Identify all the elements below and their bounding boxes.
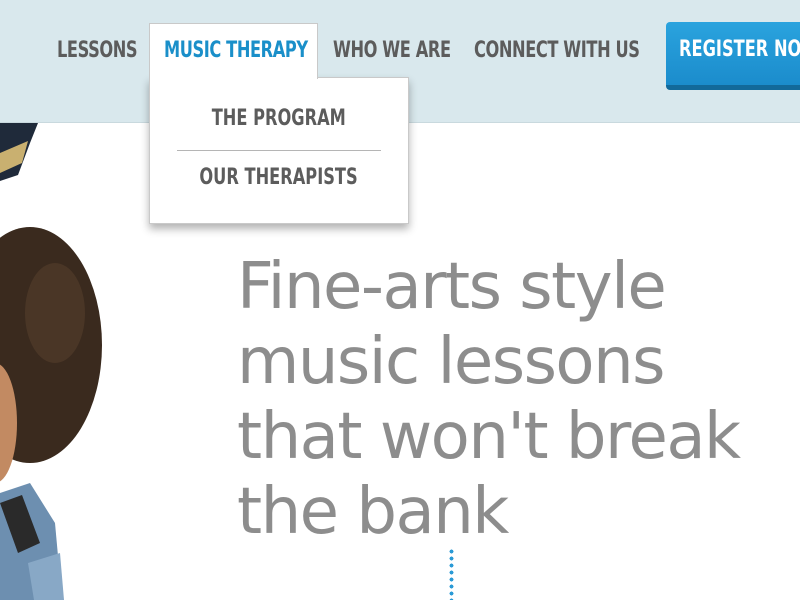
hero-headline: Fine-arts style music lessons that won't…: [237, 250, 797, 550]
hero-child-photo: [0, 123, 102, 600]
headline-line: Fine-arts style: [237, 250, 667, 324]
page: LESSONS MUSIC THERAPY WHO WE ARE CONNECT…: [0, 0, 800, 600]
dropdown-item-the-program[interactable]: THE PROGRAM: [150, 106, 408, 131]
dropdown-item-our-therapists[interactable]: OUR THERAPISTS: [150, 165, 408, 190]
register-now-label: REGISTER NOW: [679, 37, 800, 62]
dropdown-item-label: OUR THERAPISTS: [199, 165, 359, 190]
hair-highlight: [25, 263, 85, 363]
dropdown-divider: [177, 150, 381, 151]
nav-who-we-are[interactable]: WHO WE ARE: [333, 38, 451, 63]
headline-line: that won't break: [237, 400, 741, 474]
nav-connect-with-us[interactable]: CONNECT WITH US: [474, 38, 640, 63]
headline-line: music lessons: [237, 325, 665, 399]
nav-lessons[interactable]: LESSONS: [57, 38, 138, 63]
dropdown-item-label: THE PROGRAM: [211, 106, 347, 131]
headline-line: the bank: [237, 475, 509, 549]
scroll-indicator-dots: [449, 548, 454, 600]
nav-music-therapy[interactable]: MUSIC THERAPY: [164, 38, 308, 63]
register-now-button[interactable]: REGISTER NOW: [666, 22, 800, 90]
music-therapy-dropdown: THE PROGRAM OUR THERAPISTS: [149, 77, 409, 224]
